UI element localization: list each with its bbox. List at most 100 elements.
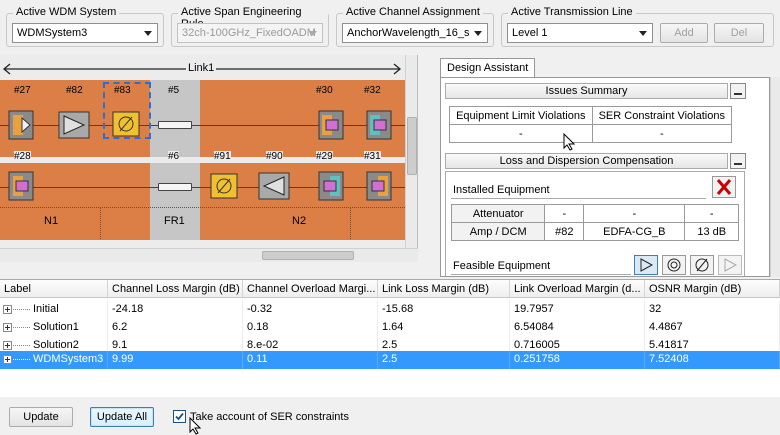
- site-label: N2: [292, 215, 307, 227]
- node-id: #28: [14, 151, 31, 162]
- issues-value: -: [591, 124, 733, 143]
- row-label: Solution1: [0, 319, 108, 337]
- transmission-line-value: Level 1: [512, 27, 548, 39]
- equipment-cell: #82: [544, 222, 585, 241]
- design-assistant-scrollbar[interactable]: [770, 77, 780, 277]
- expand-icon[interactable]: [3, 355, 12, 364]
- channel-assignment-label: Active Channel Assignment: [343, 6, 483, 18]
- scroll-thumb[interactable]: [262, 251, 354, 260]
- tab-design-assistant[interactable]: Design Assistant: [440, 58, 536, 78]
- issues-header: Equipment Limit Violations: [449, 106, 593, 125]
- cell: 9.99: [108, 351, 243, 369]
- disabled-option-icon[interactable]: [718, 255, 742, 275]
- cell: -15.68: [378, 301, 510, 319]
- transponder-icon[interactable]: [318, 110, 344, 140]
- mouse-cursor-icon: [189, 417, 201, 435]
- equipment-cell: EDFA-CG_B: [583, 222, 686, 241]
- node-id: #27: [14, 85, 31, 96]
- amplifier-option-icon[interactable]: [634, 255, 658, 275]
- minimize-icon[interactable]: [730, 153, 746, 169]
- node-id: #91: [214, 151, 231, 162]
- equipment-type: Amp / DCM: [450, 222, 546, 241]
- network-schematic[interactable]: Link1 #27 #82 #83 #5 #30 #32 #28 #6 #91 …: [0, 55, 418, 248]
- site-divider: [0, 207, 405, 208]
- cell: -0.32: [243, 301, 378, 319]
- loss-dispersion-header: Loss and Dispersion Compensation: [445, 153, 728, 169]
- transponder-icon[interactable]: [8, 171, 34, 201]
- node-id: #90: [266, 151, 283, 162]
- wdm-system-select[interactable]: WDMSystem3: [12, 23, 158, 43]
- fiber-span-icon[interactable]: [158, 121, 192, 129]
- site-label: N1: [44, 215, 59, 227]
- column-header-channel-overload[interactable]: Channel Overload Margi...: [243, 280, 378, 298]
- expand-icon[interactable]: [3, 305, 12, 314]
- node-id: #6: [168, 151, 180, 162]
- ser-checkbox[interactable]: [173, 410, 186, 423]
- tree-line: [13, 309, 30, 310]
- node-id: #29: [316, 151, 333, 162]
- row-label: Initial: [0, 301, 108, 319]
- node-id: #30: [316, 85, 333, 96]
- update-button[interactable]: Update: [9, 407, 73, 427]
- column-header-osnr[interactable]: OSNR Margin (dB): [645, 280, 780, 298]
- node-id: #82: [66, 85, 83, 96]
- transponder-icon[interactable]: [366, 110, 392, 140]
- row-gap: [0, 157, 405, 163]
- equipment-cell: -: [583, 204, 686, 223]
- transmission-line-label: Active Transmission Line: [508, 6, 636, 18]
- cell: 6.54084: [510, 319, 645, 337]
- dropdown-arrow-icon: [639, 31, 647, 36]
- column-header-link-loss[interactable]: Link Loss Margin (dB): [378, 280, 510, 298]
- dropdown-arrow-icon: [144, 31, 152, 36]
- transponder-icon[interactable]: [318, 171, 344, 201]
- fiber-line-bottom: [0, 187, 405, 188]
- add-button[interactable]: Add: [660, 23, 708, 43]
- minimize-icon[interactable]: [730, 83, 746, 99]
- fiber-span-icon[interactable]: [158, 183, 192, 191]
- table-row-selected[interactable]: WDMSystem3 9.99 0.11 2.5 0.251758 7.5240…: [0, 351, 780, 369]
- amplifier-icon[interactable]: [58, 111, 90, 139]
- transponder-icon[interactable]: [366, 171, 392, 201]
- attenuator-icon[interactable]: [112, 111, 140, 137]
- node-id: #32: [364, 85, 381, 96]
- channel-assignment-value: AnchorWavelength_16_s: [347, 27, 470, 39]
- channel-assignment-select[interactable]: AnchorWavelength_16_s: [342, 23, 488, 43]
- node-id: #5: [168, 85, 180, 96]
- attenuator-icon[interactable]: [210, 173, 238, 199]
- divider: [451, 274, 631, 275]
- expand-icon[interactable]: [3, 341, 12, 350]
- transponder-icon[interactable]: [8, 110, 34, 140]
- column-header-label[interactable]: Label: [0, 280, 108, 298]
- cell: 19.7957: [510, 301, 645, 319]
- ser-checkbox-label[interactable]: Take account of SER constraints: [190, 411, 349, 423]
- update-all-button[interactable]: Update All: [90, 407, 154, 427]
- attenuator-option-icon[interactable]: [690, 255, 714, 275]
- schematic-vertical-scrollbar[interactable]: [405, 55, 417, 248]
- expand-icon[interactable]: [3, 323, 12, 332]
- table-row[interactable]: Solution1 6.2 0.18 1.64 6.54084 4.4867: [0, 319, 780, 337]
- cell: 2.5: [378, 351, 510, 369]
- cell: 7.52408: [645, 351, 780, 369]
- table-row[interactable]: Initial -24.18 -0.32 -15.68 19.7957 32: [0, 301, 780, 319]
- node-id: #31: [364, 151, 381, 162]
- schematic-horizontal-scrollbar[interactable]: [0, 248, 418, 262]
- column-header-link-overload[interactable]: Link Overload Margin (d...: [510, 280, 645, 298]
- amplifier-icon[interactable]: [258, 172, 290, 200]
- cell: 0.11: [243, 351, 378, 369]
- span-rule-value: 32ch-100GHz_FixedOADM: [182, 27, 316, 39]
- column-header-channel-loss[interactable]: Channel Loss Margin (dB): [108, 280, 243, 298]
- cell: 6.2: [108, 319, 243, 337]
- tree-line: [13, 327, 30, 328]
- del-button[interactable]: Del: [714, 23, 764, 43]
- delete-x-icon[interactable]: [712, 176, 736, 198]
- installed-equipment-label: Installed Equipment: [453, 184, 550, 196]
- scroll-thumb[interactable]: [407, 117, 417, 175]
- mouse-cursor-icon: [563, 133, 575, 151]
- design-assistant-panel: Issues Summary Equipment Limit Violation…: [440, 77, 770, 277]
- span-rule-select[interactable]: 32ch-100GHz_FixedOADM: [177, 23, 323, 43]
- transmission-line-select[interactable]: Level 1: [507, 23, 653, 43]
- issues-summary-table: Equipment Limit Violations SER Constrain…: [449, 106, 733, 143]
- dcm-option-icon[interactable]: [662, 255, 686, 275]
- wdm-system-value: WDMSystem3: [17, 27, 88, 39]
- installed-equipment-table: Attenuator - - - Amp / DCM #82 EDFA-CG_B…: [450, 204, 739, 241]
